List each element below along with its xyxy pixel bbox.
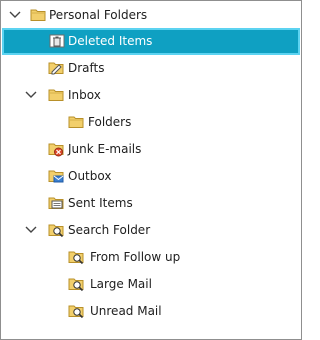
tree-item-sent-items[interactable]: Sent Items	[2, 190, 300, 217]
tree-item-label: Sent Items	[68, 196, 133, 210]
tree-item-search-folder[interactable]: Search Folder	[2, 217, 300, 244]
sent-items-icon	[48, 195, 64, 211]
tree-item-inbox[interactable]: Inbox	[2, 82, 300, 109]
drafts-icon	[48, 60, 64, 76]
tree-item-deleted-items[interactable]: Deleted Items	[2, 28, 300, 55]
tree-item-label: Large Mail	[90, 277, 152, 291]
tree-item-drafts[interactable]: Drafts	[2, 55, 300, 82]
tree-item-label: Personal Folders	[49, 8, 148, 22]
tree-item-from-follow-up[interactable]: From Follow up	[2, 244, 300, 271]
tree-item-unread-mail[interactable]: Unread Mail	[2, 298, 300, 325]
tree-item-label: Folders	[88, 115, 132, 129]
trash-icon	[49, 33, 65, 49]
tree-item-label: Deleted Items	[68, 34, 153, 48]
tree-item-label: Junk E-mails	[68, 142, 142, 156]
tree-item-junk-emails[interactable]: Junk E-mails	[2, 136, 300, 163]
tree-item-folders[interactable]: Folders	[2, 109, 300, 136]
folder-icon	[68, 114, 84, 130]
tree-item-outbox[interactable]: Outbox	[2, 163, 300, 190]
chevron-down-icon[interactable]	[24, 88, 38, 102]
outbox-icon	[48, 168, 64, 184]
search-folder-icon	[48, 222, 64, 238]
search-folder-icon	[68, 303, 84, 319]
tree-item-label: Outbox	[68, 169, 112, 183]
search-folder-icon	[68, 276, 84, 292]
tree-item-label: Inbox	[68, 88, 101, 102]
folder-tree-panel: Personal Folders Deleted Items Drafts In…	[0, 0, 302, 340]
tree-item-label: From Follow up	[90, 250, 181, 264]
tree-item-large-mail[interactable]: Large Mail	[2, 271, 300, 298]
chevron-down-icon[interactable]	[24, 223, 38, 237]
junk-icon	[48, 141, 64, 157]
tree-item-label: Unread Mail	[90, 304, 162, 318]
tree-item-personal-folders[interactable]: Personal Folders	[2, 2, 300, 29]
search-folder-icon	[68, 249, 84, 265]
inbox-icon	[48, 87, 64, 103]
tree-item-label: Drafts	[68, 61, 105, 75]
chevron-down-icon[interactable]	[8, 8, 22, 22]
tree-item-label: Search Folder	[68, 223, 151, 237]
folder-icon	[30, 7, 46, 23]
